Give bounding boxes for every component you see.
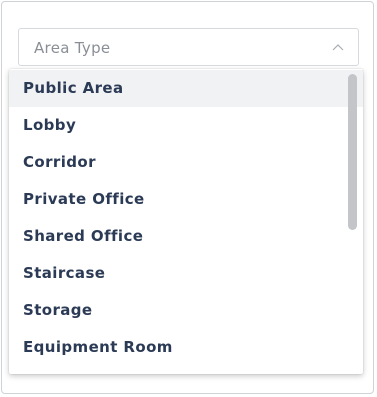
option-shared-office[interactable]: Shared Office [9,218,363,255]
chevron-up-icon[interactable] [330,41,346,53]
option-corridor[interactable]: Corridor [9,144,363,181]
area-type-select[interactable]: Area Type [18,28,359,66]
option-storage[interactable]: Storage [9,292,363,329]
select-placeholder: Area Type [34,39,111,57]
scrollbar-thumb[interactable] [348,74,357,230]
area-type-dropdown-menu: Public Area Lobby Corridor Private Offic… [9,69,363,374]
option-staircase[interactable]: Staircase [9,255,363,292]
option-lobby[interactable]: Lobby [9,107,363,144]
option-public-area[interactable]: Public Area [9,70,363,107]
option-equipment-room[interactable]: Equipment Room [9,329,363,366]
option-private-office[interactable]: Private Office [9,181,363,218]
dropdown-scrollbar[interactable] [348,73,357,370]
